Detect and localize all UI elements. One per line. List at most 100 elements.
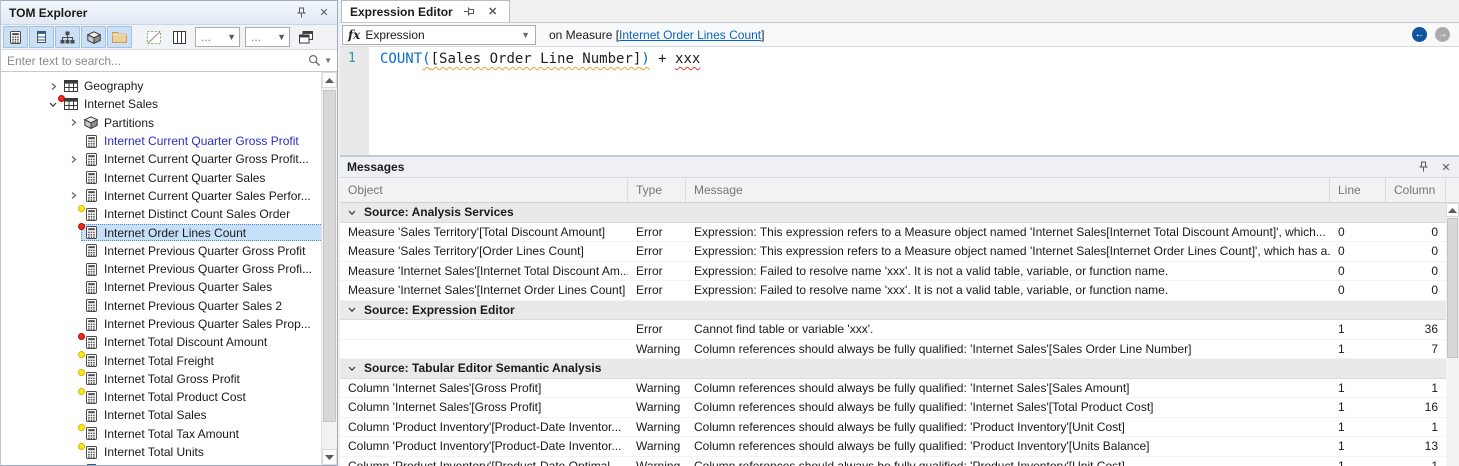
message-group-header[interactable]: Source: Expression Editor: [340, 301, 1446, 321]
tree-item[interactable]: Internet Total Product Cost: [1, 388, 337, 406]
scroll-up-icon[interactable]: [1446, 203, 1459, 217]
expander-collapsed-icon[interactable]: [65, 155, 81, 164]
messages-scrollbar[interactable]: [1446, 203, 1459, 466]
tom-explorer-titlebar: TOM Explorer ✕: [1, 1, 337, 25]
line-number-gutter: 1: [340, 47, 369, 155]
tree-item[interactable]: Internet Previous Quarter Sales Prop...: [1, 315, 337, 333]
chevron-down-icon: ▼: [227, 32, 236, 42]
scroll-up-icon[interactable]: [322, 72, 337, 88]
expander-collapsed-icon[interactable]: [65, 118, 81, 127]
measure-icon: [86, 409, 97, 422]
close-icon[interactable]: ✕: [316, 5, 332, 21]
message-row[interactable]: ErrorCannot find table or variable 'xxx'…: [340, 320, 1446, 340]
expander-collapsed-icon[interactable]: [65, 191, 81, 200]
message-row[interactable]: Column 'Product Inventory'[Product-Date …: [340, 437, 1446, 457]
column-header-message[interactable]: Message: [686, 178, 1330, 202]
toggle-partitions-button[interactable]: [81, 26, 106, 48]
navigate-forward-button[interactable]: →: [1435, 27, 1450, 42]
tree-item[interactable]: Internet Total Freight: [1, 351, 337, 369]
tree-item[interactable]: Internet Order Lines Count: [1, 223, 337, 241]
message-row[interactable]: WarningColumn references should always b…: [340, 340, 1446, 360]
tree-item[interactable]: Internet Total Discount Amount: [1, 333, 337, 351]
tree-item[interactable]: Partitions: [1, 114, 337, 132]
message-cell-line: 0: [1330, 223, 1386, 242]
navigate-back-button[interactable]: ←: [1412, 27, 1427, 42]
close-icon[interactable]: ✕: [1438, 159, 1454, 175]
message-cell-type: Warning: [628, 457, 686, 466]
tree-item[interactable]: Internet Previous Quarter Gross Profi...: [1, 260, 337, 278]
measure-icon: [86, 208, 97, 221]
dax-code-editor[interactable]: 1 COUNT([Sales Order Line Number]) + xxx: [340, 47, 1459, 155]
measure-link[interactable]: Internet Order Lines Count: [619, 28, 761, 42]
search-input[interactable]: [1, 51, 306, 71]
scrollbar-thumb[interactable]: [1447, 218, 1458, 358]
tree-item[interactable]: Internet Total Gross Profit: [1, 370, 337, 388]
messages-list: Source: Analysis ServicesMeasure 'Sales …: [340, 203, 1459, 466]
tree-item[interactable]: Internet Total Units: [1, 443, 337, 461]
column-header-object[interactable]: Object: [340, 178, 628, 202]
property-selector-dropdown[interactable]: fx Expression ▼: [342, 25, 536, 45]
message-cell-object: Column 'Product Inventory'[Product-Date …: [340, 457, 628, 466]
message-cell-line: 1: [1330, 340, 1386, 359]
scroll-down-icon[interactable]: [322, 449, 337, 465]
tree-item[interactable]: Internet Previous Quarter Sales: [1, 278, 337, 296]
toggle-columns-button[interactable]: [29, 26, 54, 48]
tree-item[interactable]: Internet Previous Quarter Sales 2: [1, 297, 337, 315]
message-cell-message: Column references should always be fully…: [686, 457, 1330, 466]
tree-item[interactable]: Internet Previous Quarter Gross Profit: [1, 242, 337, 260]
toggle-display-folders-button[interactable]: [107, 26, 132, 48]
pin-icon[interactable]: [1415, 159, 1431, 175]
tree-item[interactable]: Internet Current Quarter Gross Profit: [1, 132, 337, 150]
toggle-hidden-objects-button[interactable]: [141, 26, 166, 48]
column-header-line[interactable]: Line: [1330, 178, 1386, 202]
tab-label: Expression Editor: [350, 5, 453, 19]
code-line[interactable]: COUNT([Sales Order Line Number]) + xxx: [380, 47, 1459, 67]
tree-item[interactable]: Geography: [1, 77, 337, 95]
tree-item[interactable]: Internet Current Quarter Sales: [1, 168, 337, 186]
tree-item[interactable]: Internet Total Tax Amount: [1, 425, 337, 443]
toggle-measures-button[interactable]: [3, 26, 28, 48]
tree-item[interactable]: Carrier Tracking Number: [1, 461, 337, 465]
model-tree: GeographyInternet SalesPartitionsInterne…: [1, 72, 337, 465]
expander-collapsed-icon[interactable]: [45, 82, 61, 91]
yellow-change-indicator: [78, 424, 85, 431]
toggle-hierarchies-button[interactable]: [55, 26, 80, 48]
message-row[interactable]: Measure 'Internet Sales'[Internet Order …: [340, 281, 1446, 301]
tree-item-label: Internet Current Quarter Sales Perfor...: [104, 189, 311, 203]
tree-scrollbar[interactable]: [321, 72, 337, 465]
sort-objects-button[interactable]: [293, 26, 318, 48]
message-row[interactable]: Column 'Internet Sales'[Gross Profit]War…: [340, 379, 1446, 399]
search-icon[interactable]: [306, 53, 322, 69]
message-row[interactable]: Column 'Product Inventory'[Product-Date …: [340, 457, 1446, 466]
column-header-column[interactable]: Column: [1386, 178, 1446, 202]
tab-expression-editor[interactable]: Expression Editor ✕: [341, 0, 510, 22]
pin-icon[interactable]: [461, 4, 477, 20]
tree-item[interactable]: Internet Distinct Count Sales Order: [1, 205, 337, 223]
red-change-indicator: [78, 333, 85, 340]
message-row[interactable]: Column 'Internet Sales'[Gross Profit]War…: [340, 398, 1446, 418]
close-icon[interactable]: ✕: [485, 4, 501, 20]
message-row[interactable]: Column 'Product Inventory'[Product-Date …: [340, 418, 1446, 438]
message-cell-column: 1: [1386, 379, 1446, 398]
messages-titlebar: Messages ✕: [340, 157, 1459, 178]
tree-item[interactable]: Internet Current Quarter Gross Profit...: [1, 150, 337, 168]
tree-item[interactable]: Internet Current Quarter Sales Perfor...: [1, 187, 337, 205]
column-header-type[interactable]: Type: [628, 178, 686, 202]
message-row[interactable]: Measure 'Internet Sales'[Internet Total …: [340, 262, 1446, 282]
tree-item[interactable]: Internet Sales: [1, 95, 337, 113]
measure-icon: [86, 446, 97, 459]
message-row[interactable]: Measure 'Sales Territory'[Order Lines Co…: [340, 242, 1446, 262]
search-options-caret-icon[interactable]: ▼: [324, 56, 332, 65]
message-group-header[interactable]: Source: Analysis Services: [340, 203, 1446, 223]
message-cell-object: [340, 320, 628, 339]
message-cell-message: Expression: Failed to resolve name 'xxx'…: [686, 281, 1330, 300]
tree-item[interactable]: Internet Total Sales: [1, 406, 337, 424]
message-group-header[interactable]: Source: Tabular Editor Semantic Analysis: [340, 359, 1446, 379]
pin-icon[interactable]: [293, 5, 309, 21]
message-row[interactable]: Measure 'Sales Territory'[Total Discount…: [340, 223, 1446, 243]
translation-select[interactable]: ...▼: [245, 27, 290, 47]
toggle-object-columns-button[interactable]: [167, 26, 192, 48]
message-cell-column: 1: [1386, 457, 1446, 466]
scrollbar-thumb[interactable]: [323, 90, 336, 422]
perspective-select[interactable]: ...▼: [195, 27, 240, 47]
